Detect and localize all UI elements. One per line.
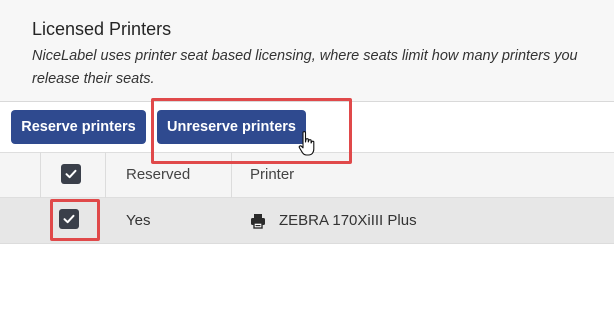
description-line-1: NiceLabel uses printer seat based licens… <box>32 48 578 64</box>
column-divider <box>105 152 106 198</box>
description-line-2: release their seats. <box>32 71 155 87</box>
reserve-printers-button[interactable]: Reserve printers <box>11 110 146 144</box>
printer-icon <box>251 214 265 229</box>
column-header-printer[interactable]: Printer <box>250 166 294 183</box>
column-divider <box>40 152 41 198</box>
hand-cursor-icon <box>298 131 315 156</box>
column-header-reserved[interactable]: Reserved <box>126 166 190 183</box>
checkmark-icon <box>65 169 77 179</box>
reserved-cell: Yes <box>126 212 151 229</box>
highlight-box-checkbox <box>50 199 100 241</box>
select-all-checkbox[interactable] <box>61 164 81 184</box>
highlight-box-unreserve <box>151 98 352 164</box>
licensed-printers-header: Licensed Printers NiceLabel uses printer… <box>0 0 614 102</box>
printer-name-cell: ZEBRA 170XiIII Plus <box>279 212 417 229</box>
page-title: Licensed Printers <box>32 19 172 39</box>
